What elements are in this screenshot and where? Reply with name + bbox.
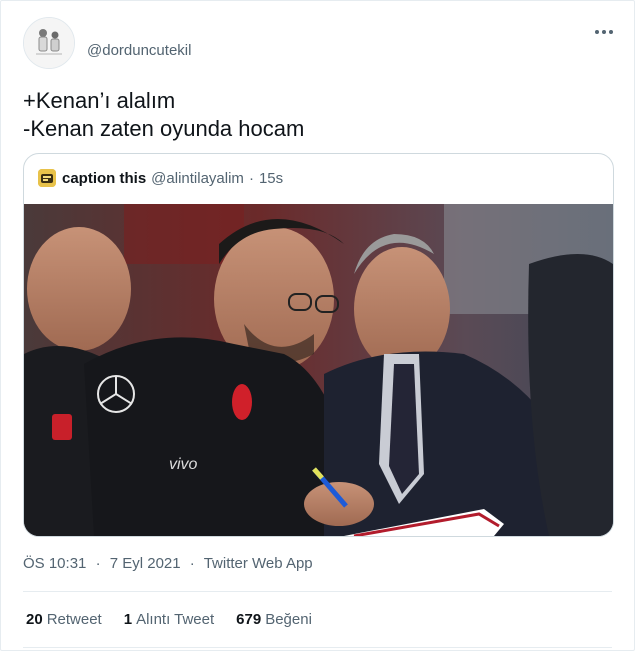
tweet-date[interactable]: 7 Eyl 2021 — [110, 555, 181, 572]
quote-tweets-stat[interactable]: 1 Alıntı Tweet — [124, 611, 214, 628]
likes-count: 679 — [236, 611, 262, 628]
caption-this-avatar-icon[interactable] — [38, 169, 56, 187]
quoted-timestamp[interactable]: 15s — [259, 170, 283, 187]
tweet-source-app[interactable]: Twitter Web App — [204, 555, 313, 572]
user-handle[interactable]: @dorduncutekil — [87, 42, 191, 59]
meta-separator-1: · — [95, 555, 101, 572]
retweets-label: Retweet — [46, 611, 102, 628]
tweet-text: +Kenan’ı alalım -Kenan zaten oyunda hoca… — [23, 87, 304, 143]
retweets-stat[interactable]: 20 Retweet — [26, 611, 102, 628]
tweet-metadata: ÖS 10:31 · 7 Eyl 2021 · Twitter Web App — [23, 555, 313, 572]
svg-text:vivo: vivo — [169, 456, 198, 473]
quoted-display-name[interactable]: caption this — [62, 170, 146, 187]
quote-tweets-label: Alıntı Tweet — [136, 611, 215, 628]
meta-separator-2: · — [189, 555, 195, 572]
more-options-icon[interactable] — [591, 19, 617, 45]
divider-bottom — [23, 647, 612, 648]
likes-label: Beğeni — [265, 611, 312, 628]
tweet-text-line-1: +Kenan’ı alalım — [23, 88, 176, 113]
tweet-text-line-2: -Kenan zaten oyunda hocam — [23, 116, 305, 141]
quoted-tweet[interactable]: caption this @alintilayalim · 15s vivo — [23, 153, 614, 537]
likes-stat[interactable]: 679 Beğeni — [236, 611, 312, 628]
divider-top — [23, 591, 612, 592]
tweet-stats: 20 Retweet 1 Alıntı Tweet 679 Beğeni — [26, 611, 334, 628]
user-avatar-icon[interactable] — [23, 17, 75, 69]
quoted-separator: · — [248, 169, 254, 187]
quoted-media-photo[interactable]: vivo — [24, 204, 613, 536]
quoted-tweet-header: caption this @alintilayalim · 15s — [38, 169, 283, 187]
quote-tweets-count: 1 — [123, 611, 133, 628]
retweets-count: 20 — [26, 611, 43, 628]
quoted-handle[interactable]: @alintilayalim — [151, 170, 244, 187]
tweet-card: @dorduncutekil +Kenan’ı alalım -Kenan za… — [0, 0, 635, 651]
tweet-time[interactable]: ÖS 10:31 — [23, 555, 86, 572]
